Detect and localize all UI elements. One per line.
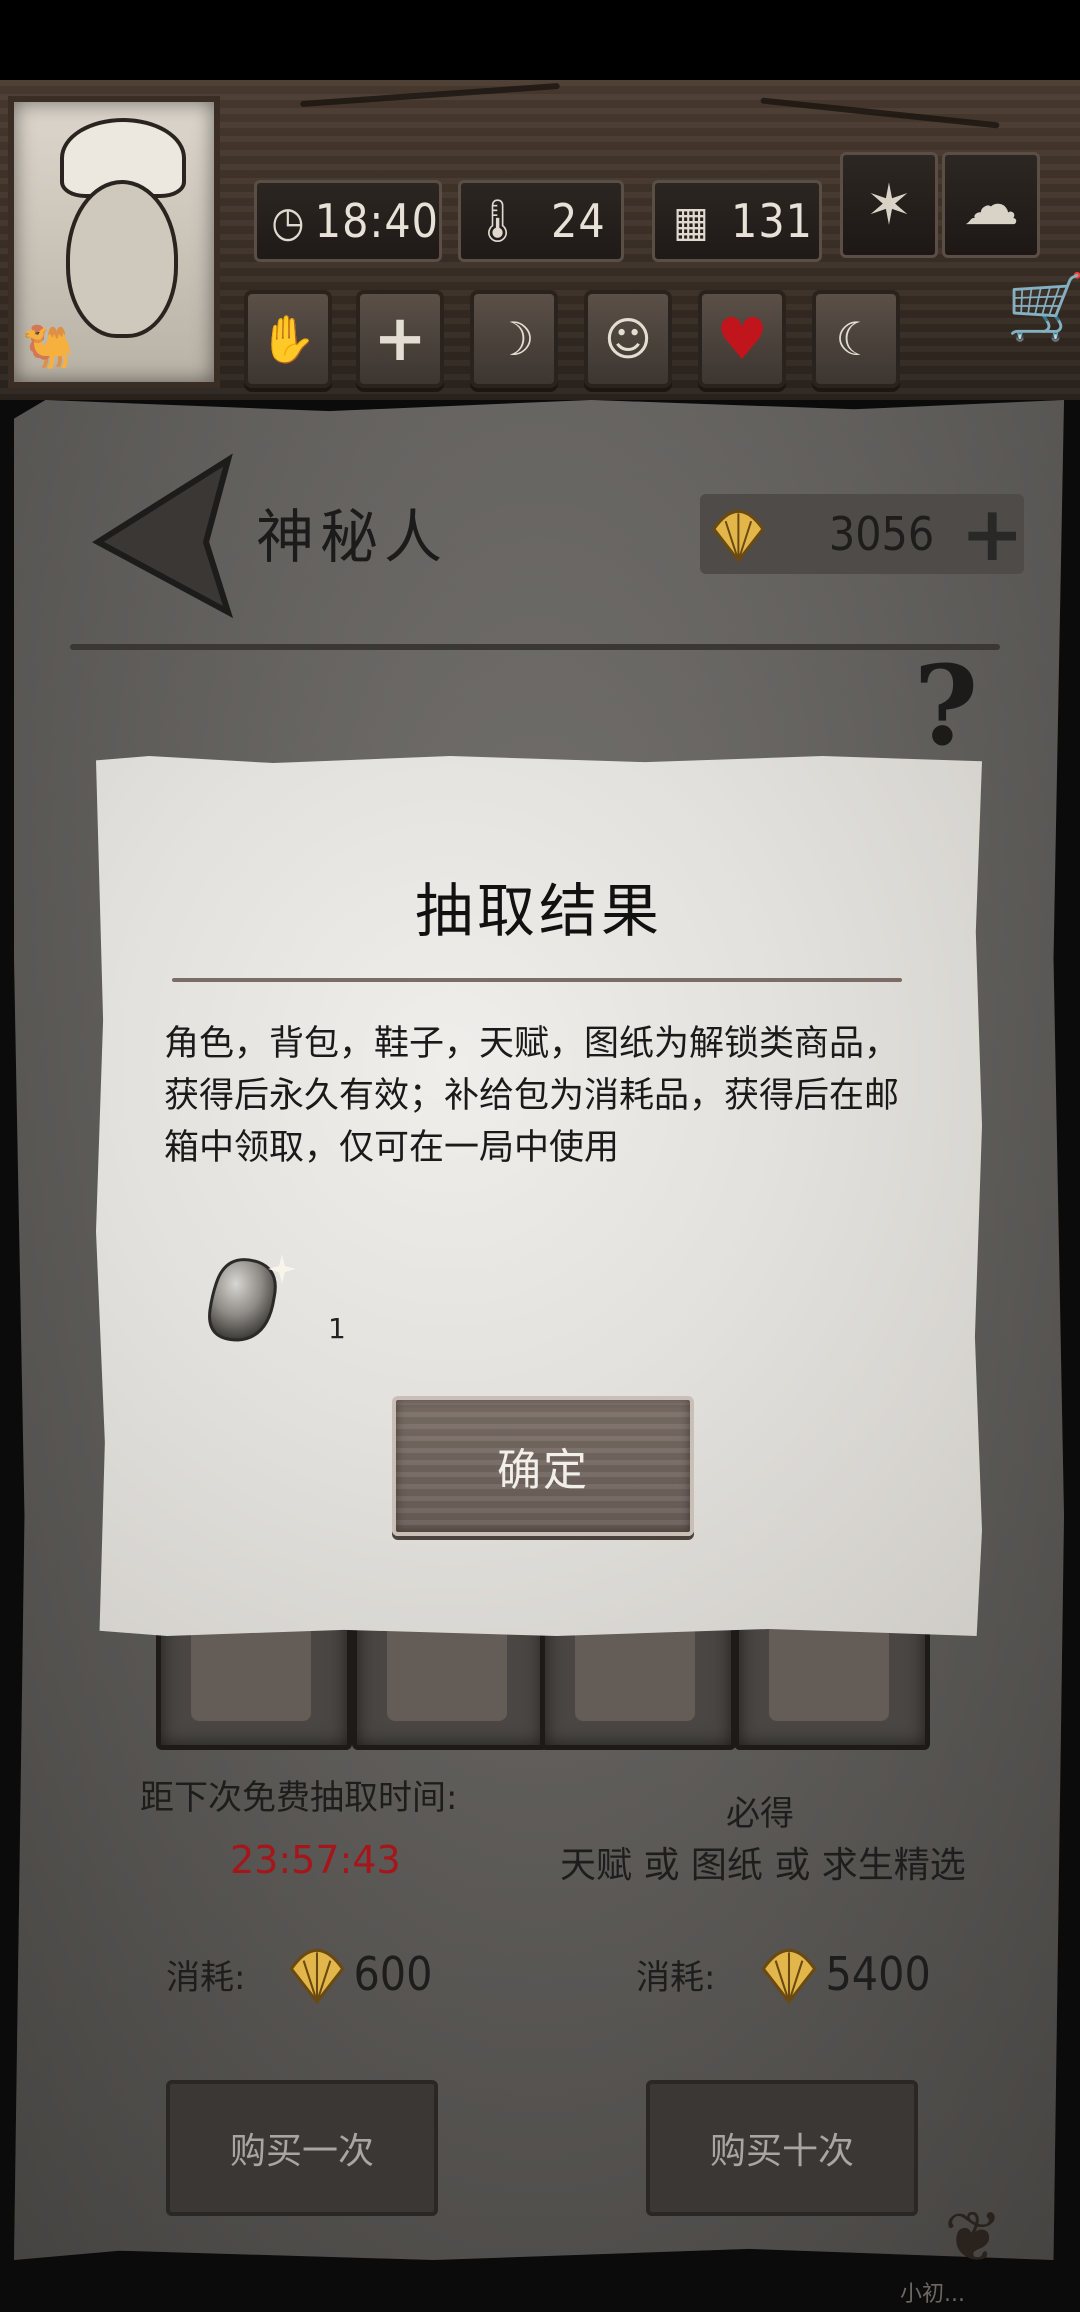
free-draw-label: 距下次免费抽取时间: (140, 1778, 458, 1818)
vine-decoration (300, 82, 560, 108)
cloud-icon: ☁ (963, 172, 1019, 238)
ten-cost: 消耗: 5400 (636, 1938, 931, 2010)
draw-result-dialog: 抽取结果 角色，背包，鞋子，天赋，图纸为解锁类商品，获得后永久有效；补给包为消耗… (96, 756, 982, 1636)
shell-icon (711, 510, 765, 563)
shell-icon (761, 1949, 818, 2005)
leaf-icon: ✶ (865, 172, 913, 238)
guarantee-title: 必得 (726, 1794, 794, 1834)
hunger-status-button[interactable]: ☽ (470, 290, 558, 388)
dialog-title: 抽取结果 (414, 877, 663, 945)
health-plus-icon: + (373, 302, 427, 376)
thermometer-icon: 🌡 (471, 196, 525, 245)
single-cost: 消耗: 600 (166, 1938, 432, 2010)
reward-count: 1 (328, 1312, 346, 1345)
page-title: 神秘人 (256, 503, 449, 571)
stomach-icon: ☽ (493, 312, 535, 366)
status-bar (0, 0, 1080, 80)
mind-status-button[interactable]: ☺ (584, 290, 672, 388)
weather-button[interactable]: ☁ (942, 152, 1040, 258)
confirm-button[interactable]: 确定 (392, 1396, 694, 1536)
shop-cart-icon[interactable]: 🛒 (1006, 270, 1080, 345)
buy-once-button[interactable]: 购买一次 (166, 2080, 438, 2216)
camel-icon: 🐫 (22, 322, 75, 371)
temperature-value: 24 (551, 194, 606, 248)
health-status-button[interactable]: + (356, 290, 444, 388)
game-screen: 🐫 ◷ 18:40 🌡 24 ▦ 131 ✶ ☁ ✋ + ☽ ☺ ♥ ☾ 🛒 神… (0, 0, 1080, 2312)
shell-balance: 3056 + (700, 494, 1024, 574)
single-cost-value: 600 (353, 1947, 433, 2001)
add-shells-button[interactable]: + (960, 496, 1024, 572)
calendar-icon: ▦ (673, 196, 709, 246)
header-divider (70, 644, 1000, 650)
help-icon[interactable]: ? (894, 651, 998, 761)
clock-icon: ◷ (271, 196, 305, 246)
ten-cost-value: 5400 (825, 1947, 931, 2001)
time-value: 18:40 (314, 194, 439, 248)
temperature-display: 🌡 24 (458, 180, 624, 262)
chef-face (66, 180, 178, 338)
day-display: ▦ 131 (652, 180, 822, 262)
single-cost-label: 消耗: (166, 1957, 246, 1998)
character-portrait[interactable]: 🐫 (8, 96, 220, 388)
sleep-status-button[interactable]: ☾ (812, 290, 900, 388)
season-button[interactable]: ✶ (840, 152, 938, 258)
vine-decoration: ❦ (944, 2196, 1003, 2278)
heart-status-button[interactable]: ♥ (698, 290, 786, 388)
shell-balance-value: 3056 (828, 507, 935, 561)
free-draw-timer: 23:57:43 (230, 1838, 401, 1882)
back-arrow-icon[interactable] (88, 452, 238, 618)
ten-cost-label: 消耗: (636, 1957, 716, 1998)
watermark: 小初... (900, 2282, 965, 2307)
heart-icon: ♥ (716, 305, 768, 373)
dialog-divider (172, 978, 902, 982)
buy-ten-button[interactable]: 购买十次 (646, 2080, 918, 2216)
guarantee-text: 天赋 或 图纸 或 求生精选 (560, 1845, 966, 1886)
day-value: 131 (731, 194, 813, 248)
dialog-description: 角色，背包，鞋子，天赋，图纸为解锁类商品，获得后永久有效；补给包为消耗品，获得后… (164, 1024, 900, 1168)
moon-icon: ☾ (835, 312, 877, 366)
time-display: ◷ 18:40 (254, 180, 442, 262)
shell-icon (289, 1949, 346, 2005)
hand-status-button[interactable]: ✋ (244, 290, 332, 388)
vine-decoration (760, 97, 1000, 129)
bean-icon (208, 1254, 296, 1342)
head-icon: ☺ (604, 312, 652, 366)
hand-icon: ✋ (259, 311, 317, 366)
